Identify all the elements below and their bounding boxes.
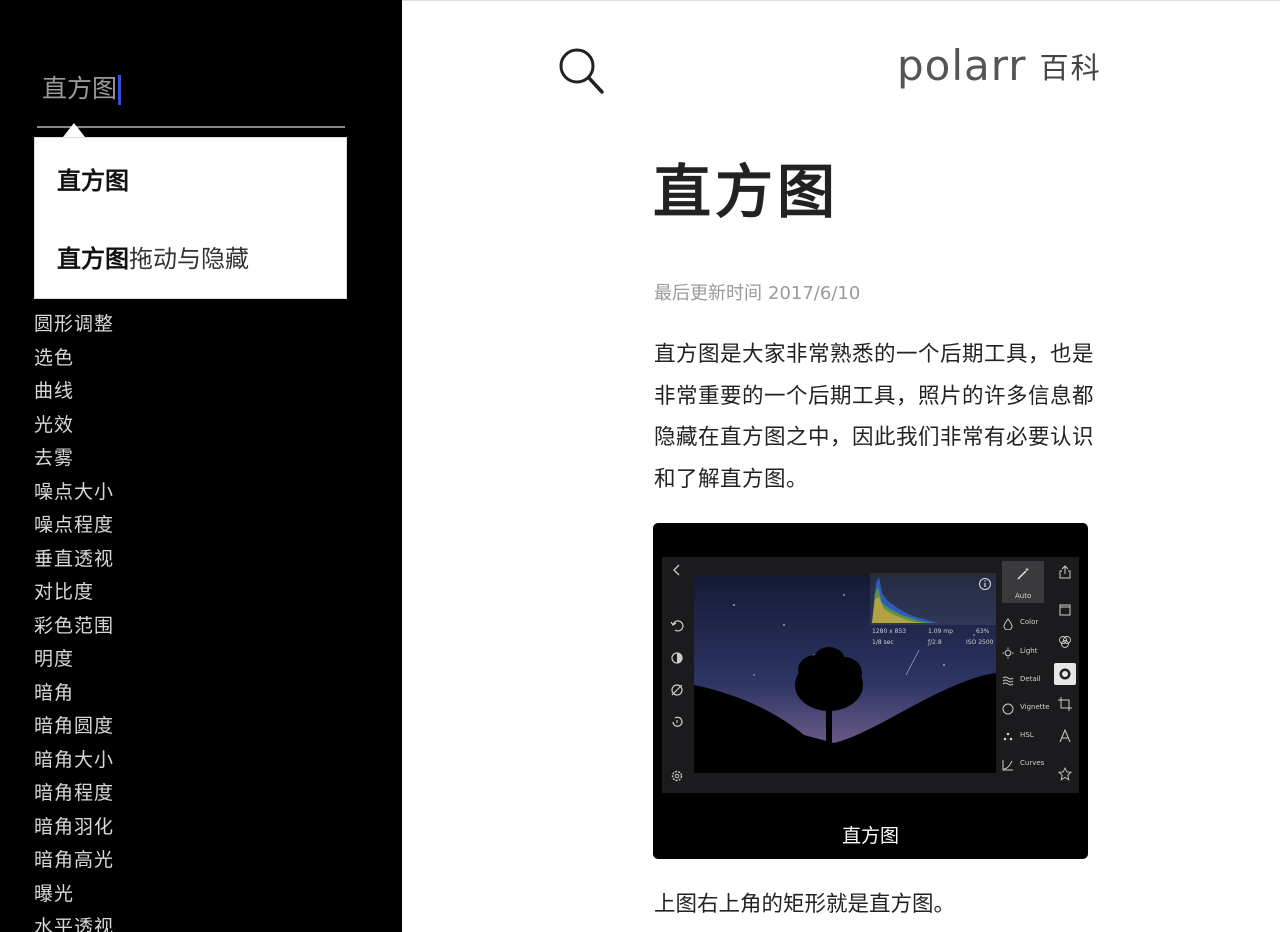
histogram-shutter: 1/8 sec [872,639,894,646]
tool-detail: Detail [1002,672,1041,691]
sidebar-item[interactable]: 光效 [34,409,114,443]
waves-icon [1002,676,1014,686]
text-icon [1059,729,1071,743]
adjust-icon [1059,668,1071,680]
tool-curves: Curves [1002,756,1044,775]
sidebar-item[interactable]: 彩色范围 [34,610,114,644]
sidebar-item[interactable]: 暗角大小 [34,744,114,778]
drop-icon [1003,618,1013,631]
mask-icon [671,684,683,696]
logo-wordmark: polarr [897,41,1027,90]
filters-icon [1059,636,1071,648]
histogram-resolution: 1280 x 853 [872,628,907,635]
tool-hsl: HSL [1002,728,1034,747]
page-title: 直方图 [653,158,840,226]
auto-tool: Auto [1002,561,1044,603]
logo-suffix: 百科 [1039,50,1102,85]
sidebar-item[interactable]: 对比度 [34,576,114,610]
suggestion-item[interactable]: 直方图拖动与隐藏 [57,244,249,274]
sidebar: 直方图 直方图 直方图拖动与隐藏 圆形调整 选色 曲线 光效 去雾 噪点大小 噪… [0,0,402,932]
tool-label: Detail [1020,675,1041,683]
text-caret [118,75,122,105]
sidebar-item[interactable]: 明度 [34,643,114,677]
tool-label: Curves [1020,759,1045,767]
suggestion-item[interactable]: 直方图 [57,166,129,196]
share-icon [1059,565,1071,579]
sidebar-item[interactable]: 去雾 [34,442,114,476]
article-intro: 直方图是大家非常熟悉的一个后期工具，也是非常重要的一个后期工具，照片的许多信息都… [654,342,1095,492]
histogram-megapixels: 1.09 mp [928,628,953,635]
sidebar-item[interactable]: 暗角圆度 [34,710,114,744]
suggestion-rest: 拖动与隐藏 [129,245,249,273]
tool-label: Vignette [1020,703,1050,711]
history-icon [672,716,683,727]
settings-icon [671,770,683,782]
last-updated: 最后更新时间 2017/6/10 [654,279,860,305]
sidebar-item[interactable]: 噪点大小 [34,476,114,510]
suggestion-pointer [63,123,85,137]
sidebar-item[interactable]: 圆形调整 [34,308,114,342]
sidebar-item[interactable]: 暗角 [34,677,114,711]
histogram-aperture: ƒ/2.8 [928,639,942,646]
histogram-iso: ISO 2500 [966,639,994,646]
app-screenshot: 1280 x 853 1.09 mp 63% 1/8 sec ƒ/2.8 ISO… [662,557,1079,793]
back-icon [673,564,680,576]
search-input[interactable]: 直方图 [37,66,345,128]
sidebar-item[interactable]: 垂直透视 [34,543,114,577]
sidebar-nav: 圆形调整 选色 曲线 光效 去雾 噪点大小 噪点程度 垂直透视 对比度 彩色范围… [34,308,114,932]
tool-label: Light [1020,647,1038,655]
search-input-value: 直方图 [42,74,122,105]
suggestion-match: 直方图 [57,167,129,195]
sidebar-item[interactable]: 选色 [34,342,114,376]
sidebar-item[interactable]: 暗角羽化 [34,811,114,845]
compare-icon [671,652,683,664]
film-icon [1059,604,1071,616]
sidebar-item[interactable]: 暗角高光 [34,844,114,878]
undo-icon [670,620,684,632]
tool-light: Light [1002,644,1037,663]
dots-icon [1003,732,1013,741]
adjust-tab-active [1054,663,1076,685]
article-paragraph: 上图右上角的矩形就是直方图。 [654,892,956,917]
crop-icon [1058,697,1072,711]
tool-label: Color [1020,618,1039,626]
suggestion-match: 直方图 [57,245,129,273]
last-updated-date: 2017/6/10 [768,283,861,304]
main-content: polarr 百科 直方图 最后更新时间 2017/6/10 直方图是大家非常熟悉… [402,0,1280,932]
search-icon[interactable] [558,47,604,95]
sidebar-item[interactable]: 暗角程度 [34,777,114,811]
curve-icon [1002,760,1013,771]
tool-color: Color [1002,615,1038,634]
histogram-percent: 63% [976,628,990,635]
last-updated-label: 最后更新时间 [654,283,762,304]
sidebar-item[interactable]: 噪点程度 [34,509,114,543]
search-suggestions: 直方图 直方图拖动与隐藏 [34,137,347,299]
figure-caption: 直方图 [841,825,899,847]
sidebar-item[interactable]: 水平透视 [34,911,114,932]
tool-label: HSL [1020,731,1034,739]
site-logo[interactable]: polarr 百科 [897,41,1102,90]
sidebar-item[interactable]: 曝光 [34,878,114,912]
magic-wand-icon [1017,568,1029,580]
info-icon [979,578,991,590]
sidebar-item[interactable]: 曲线 [34,375,114,409]
vignette-icon [1002,703,1014,715]
auto-label: Auto [1015,592,1032,600]
tool-vignette: Vignette [1002,700,1050,719]
article-figure: 1280 x 853 1.09 mp 63% 1/8 sec ƒ/2.8 ISO… [653,523,1088,859]
sun-icon [1002,647,1014,659]
star-icon [1058,767,1072,781]
